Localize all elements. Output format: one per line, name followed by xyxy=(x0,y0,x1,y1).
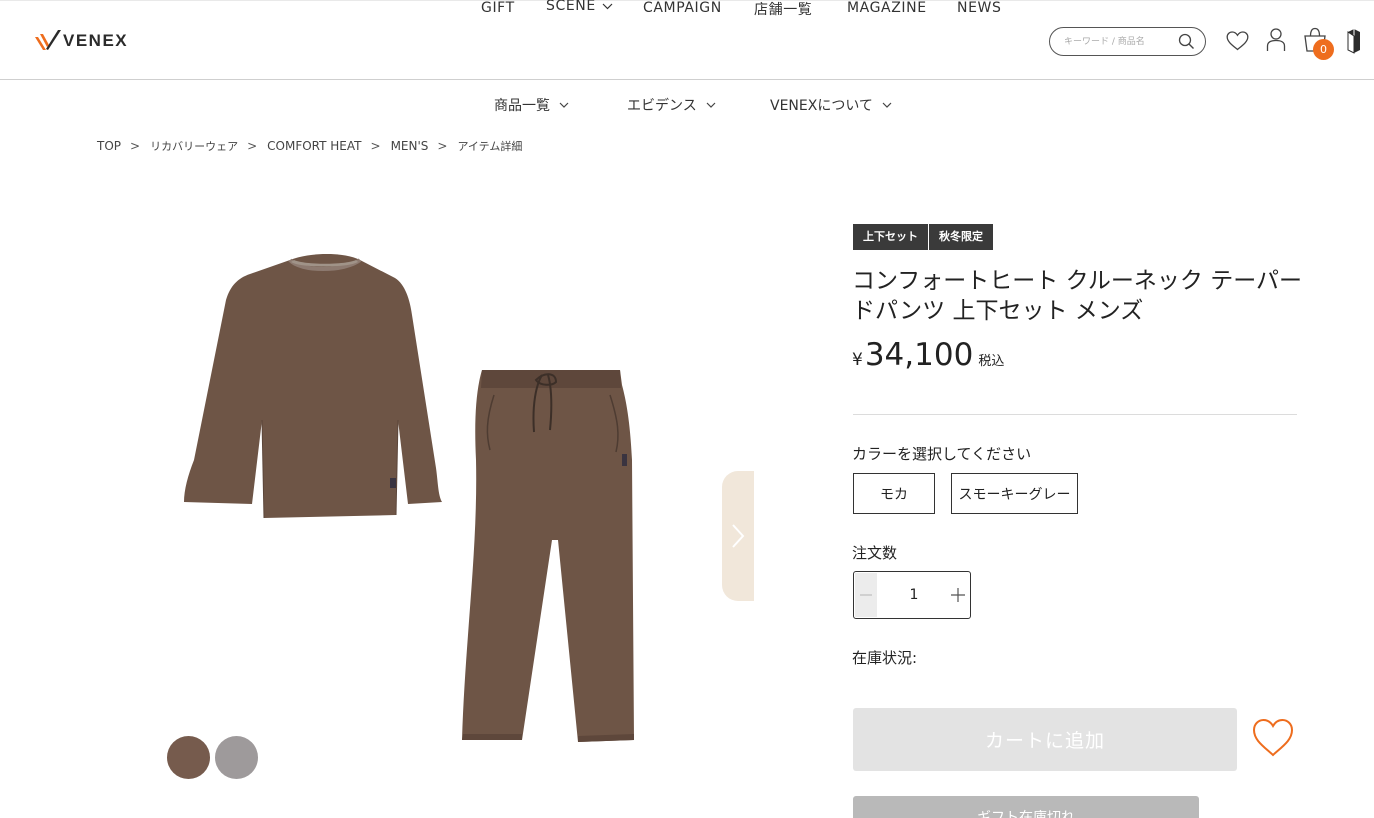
nav-gift[interactable]: GIFT xyxy=(481,0,515,16)
breadcrumb: TOP > リカバリーウェア > COMFORT HEAT > MEN'S > … xyxy=(97,138,522,154)
chevron-down-icon xyxy=(882,102,892,108)
logo-mark-icon xyxy=(35,30,61,50)
nav-news[interactable]: NEWS xyxy=(957,0,1001,16)
breadcrumb-separator: > xyxy=(370,139,381,153)
quantity-stepper xyxy=(853,571,971,619)
chevron-down-icon xyxy=(602,3,613,9)
gift-button[interactable]: ギフト在庫切れ xyxy=(853,796,1199,818)
tag-seasonal: 秋冬限定 xyxy=(929,224,993,250)
chevron-down-icon xyxy=(706,102,716,108)
product-photo xyxy=(184,254,634,742)
search-box xyxy=(1049,27,1206,56)
breadcrumb-separator: > xyxy=(130,139,141,153)
chevron-down-icon xyxy=(559,102,569,108)
site-header: VENEX GIFT SCENE CAMPAIGN 店舗一覧 MAGAZINE … xyxy=(0,0,1374,80)
search-input[interactable] xyxy=(1064,33,1176,51)
brand-icon[interactable] xyxy=(1347,28,1361,54)
heart-icon[interactable] xyxy=(1226,31,1249,51)
subnav-about-label: VENEXについて xyxy=(770,98,873,114)
product-title: コンフォートヒート クルーネック テーパードパンツ 上下セット メンズ xyxy=(852,268,1303,324)
quantity-plus-button[interactable] xyxy=(947,573,969,617)
image-next-button[interactable] xyxy=(722,471,754,601)
breadcrumb-mens[interactable]: MEN'S xyxy=(391,139,429,153)
quantity-minus-button[interactable] xyxy=(855,573,877,617)
color-swatch-mocha[interactable] xyxy=(167,736,210,779)
chevron-right-icon xyxy=(732,524,745,548)
tag-set: 上下セット xyxy=(853,224,928,250)
minus-icon xyxy=(860,594,872,596)
venex-logo[interactable]: VENEX xyxy=(34,26,128,54)
breadcrumb-current: アイテム詳細 xyxy=(457,140,523,153)
color-swatch-smoky-grey[interactable] xyxy=(215,736,258,779)
divider xyxy=(853,414,1297,415)
subnav-products[interactable]: 商品一覧 xyxy=(494,95,569,115)
nav-stores[interactable]: 店舗一覧 xyxy=(754,0,812,19)
quantity-input[interactable] xyxy=(878,572,950,618)
nav-scene[interactable]: SCENE xyxy=(546,0,613,14)
price-currency: ¥ xyxy=(852,350,863,370)
user-icon[interactable] xyxy=(1266,27,1286,52)
subnav-evidence[interactable]: エビデンス xyxy=(627,95,716,115)
quantity-label: 注文数 xyxy=(852,544,898,562)
breadcrumb-comfort-heat[interactable]: COMFORT HEAT xyxy=(267,139,361,153)
breadcrumb-separator: > xyxy=(247,139,258,153)
nav-campaign[interactable]: CAMPAIGN xyxy=(643,0,722,16)
subnav-evidence-label: エビデンス xyxy=(627,98,697,114)
breadcrumb-recovery-wear[interactable]: リカバリーウェア xyxy=(150,138,238,154)
subnav-about[interactable]: VENEXについて xyxy=(770,95,892,115)
price-value: 34,100 xyxy=(864,337,974,373)
favorite-heart-icon[interactable] xyxy=(1252,718,1294,758)
subnav-products-label: 商品一覧 xyxy=(494,98,550,114)
price-tax-label: 税込 xyxy=(978,354,1005,369)
sweater-shape xyxy=(184,254,442,518)
cart-count-badge: 0 xyxy=(1313,39,1334,60)
color-select-label: カラーを選択してください xyxy=(852,445,1032,463)
logo-text: VENEX xyxy=(63,31,129,50)
product-price: ¥ 34,100 税込 xyxy=(852,337,1004,373)
add-to-cart-button[interactable]: カートに追加 xyxy=(853,708,1237,771)
nav-magazine[interactable]: MAGAZINE xyxy=(847,0,927,16)
nav-scene-label: SCENE xyxy=(546,0,596,14)
color-option-mocha[interactable]: モカ xyxy=(853,473,935,514)
breadcrumb-separator: > xyxy=(437,139,448,153)
search-icon[interactable] xyxy=(1178,33,1195,50)
product-image xyxy=(160,220,760,760)
stock-status-label: 在庫状況: xyxy=(852,649,918,667)
gift-button-label: ギフト在庫切れ xyxy=(977,810,1075,818)
plus-icon xyxy=(951,588,965,602)
breadcrumb-top[interactable]: TOP xyxy=(97,139,121,153)
color-option-smoky-grey[interactable]: スモーキーグレー xyxy=(951,473,1078,514)
